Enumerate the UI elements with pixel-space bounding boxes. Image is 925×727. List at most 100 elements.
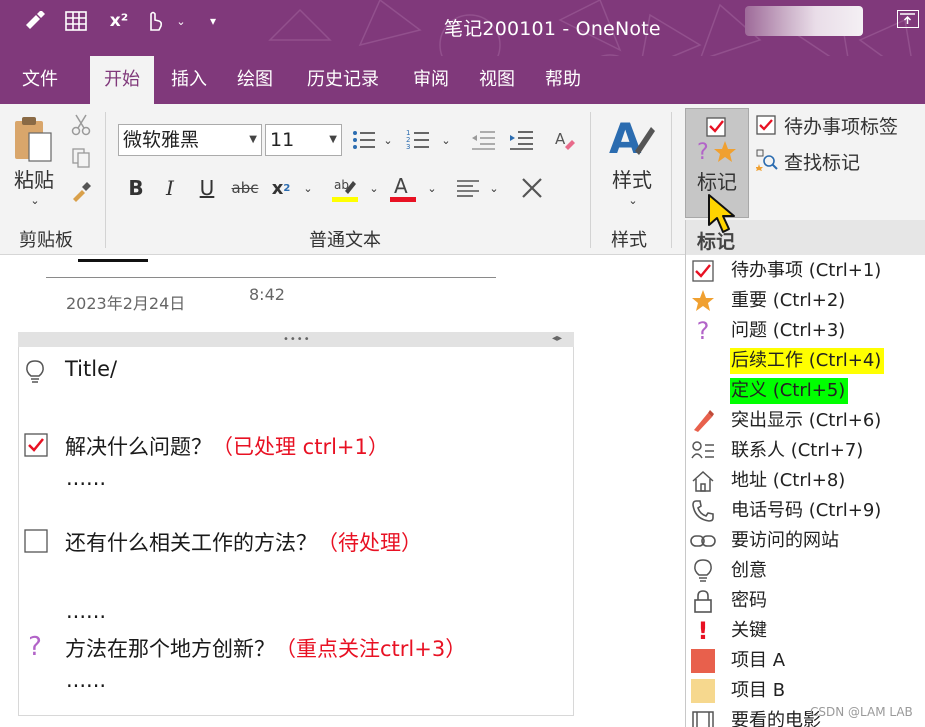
window-title: 笔记200101 - OneNote xyxy=(444,18,661,40)
font-name-combo[interactable]: 微软雅黑 ▼ xyxy=(118,124,262,156)
todo-checkbox-icon[interactable] xyxy=(755,114,777,136)
highlighter-icon xyxy=(690,409,716,433)
tab-view[interactable]: 视图 xyxy=(468,56,526,104)
increase-indent-icon[interactable] xyxy=(506,126,536,154)
tag-item-important[interactable]: 重要 (Ctrl+2) xyxy=(686,286,925,316)
tab-help[interactable]: 帮助 xyxy=(534,56,592,104)
clipboard-group-label: 剪贴板 xyxy=(19,230,73,251)
tag-item-label: 项目 A xyxy=(731,650,786,671)
bold-icon[interactable]: B xyxy=(124,174,148,202)
note-line[interactable]: ...... xyxy=(66,466,106,490)
bullets-dropdown-icon[interactable]: ⌄ xyxy=(380,132,396,148)
note-annotation: （待处理） xyxy=(317,531,422,555)
tag-item-follow-up[interactable]: 后续工作 (Ctrl+4) xyxy=(686,346,925,376)
tag-item-address[interactable]: 地址 (Ctrl+8) xyxy=(686,466,925,496)
format-painter-quick-icon[interactable] xyxy=(22,10,48,32)
note-line[interactable]: 解决什么问题？（已处理 ctrl+1） xyxy=(65,431,389,461)
paste-button[interactable]: 粘贴 xyxy=(8,164,60,192)
project-b-swatch-icon xyxy=(690,679,716,703)
bullets-icon[interactable] xyxy=(350,126,378,154)
table-quick-icon[interactable] xyxy=(63,10,89,32)
tab-draw[interactable]: 绘图 xyxy=(226,56,284,104)
format-painter-icon[interactable] xyxy=(68,180,94,204)
question-icon: ? xyxy=(696,317,710,345)
mouse-cursor-icon xyxy=(707,193,741,235)
tags-icon: ? xyxy=(694,114,740,164)
styles-button[interactable]: 样式 xyxy=(604,164,660,192)
font-size-dropdown-icon[interactable]: ▼ xyxy=(329,125,337,155)
find-tags-icon[interactable] xyxy=(755,148,779,172)
drag-handle-icon[interactable]: •••• xyxy=(283,334,311,345)
delete-icon[interactable] xyxy=(518,174,546,202)
ribbon-display-options-icon[interactable] xyxy=(897,10,919,28)
exclamation-icon: ! xyxy=(697,617,709,645)
highlight-color-icon[interactable]: ab xyxy=(330,172,360,204)
underline-icon[interactable]: U xyxy=(194,174,220,202)
note-line[interactable]: Title/ xyxy=(65,357,117,381)
cut-icon[interactable] xyxy=(68,113,94,137)
tag-item-definition[interactable]: 定义 (Ctrl+5) xyxy=(686,376,925,406)
tag-item-highlight[interactable]: 突出显示 (Ctrl+6) xyxy=(686,406,925,436)
note-line[interactable]: ...... xyxy=(66,668,106,692)
ribbon-separator xyxy=(671,112,672,248)
tag-item-phone[interactable]: 电话号码 (Ctrl+9) xyxy=(686,496,925,526)
paste-icon[interactable] xyxy=(8,114,58,166)
clear-formatting-icon[interactable]: A xyxy=(552,126,578,154)
numbering-icon[interactable]: 123 xyxy=(404,126,432,154)
paragraph-alignment-icon[interactable] xyxy=(454,176,482,202)
tab-file[interactable]: 文件 xyxy=(10,56,70,104)
film-icon xyxy=(690,709,716,727)
tag-item-critical[interactable]: ! 关键 xyxy=(686,616,925,646)
paste-dropdown-icon[interactable]: ⌄ xyxy=(26,192,44,208)
tag-item-todo[interactable]: 待办事项 (Ctrl+1) xyxy=(686,256,925,286)
tag-item-password[interactable]: 密码 xyxy=(686,586,925,616)
page-title-underline xyxy=(46,277,496,278)
page-title-fragment xyxy=(78,254,148,262)
font-name-dropdown-icon[interactable]: ▼ xyxy=(249,125,257,155)
tag-item-website[interactable]: 要访问的网站 xyxy=(686,526,925,556)
styles-dropdown-icon[interactable]: ⌄ xyxy=(624,192,642,208)
svg-text:A: A xyxy=(394,174,408,198)
tag-item-question[interactable]: ? 问题 (Ctrl+3) xyxy=(686,316,925,346)
basic-text-group-label: 普通文本 xyxy=(309,230,381,251)
tag-item-label: 联系人 (Ctrl+7) xyxy=(731,440,864,461)
todo-tag-button[interactable]: 待办事项标签 xyxy=(784,111,898,139)
customize-quick-access-icon[interactable]: ▾ xyxy=(204,10,222,32)
italic-icon[interactable]: I xyxy=(158,174,182,202)
todo-unchecked-icon[interactable] xyxy=(23,528,49,554)
resize-handle-icon[interactable]: ◂▸ xyxy=(552,333,562,344)
note-line[interactable]: ...... xyxy=(66,599,106,623)
find-tags-button[interactable]: 查找标记 xyxy=(784,147,860,175)
copy-icon[interactable] xyxy=(68,146,94,170)
tag-item-project-a[interactable]: 项目 A xyxy=(686,646,925,676)
styles-icon[interactable]: A xyxy=(606,112,658,162)
decrease-indent-icon[interactable] xyxy=(468,126,498,154)
font-color-dropdown-icon[interactable]: ⌄ xyxy=(424,180,440,196)
tag-item-project-b[interactable]: 项目 B xyxy=(686,676,925,706)
tag-item-idea[interactable]: 创意 xyxy=(686,556,925,586)
user-account-avatar[interactable] xyxy=(745,6,863,36)
touch-mode-icon[interactable] xyxy=(141,10,167,32)
subscript-icon[interactable]: x2 xyxy=(268,174,294,202)
font-color-icon[interactable]: A xyxy=(388,172,418,204)
touch-mode-dropdown-icon[interactable]: ⌄ xyxy=(172,10,190,32)
tab-insert[interactable]: 插入 xyxy=(160,56,218,104)
todo-checked-icon[interactable] xyxy=(23,432,49,458)
font-size-combo[interactable]: 11 ▼ xyxy=(265,124,342,156)
strikethrough-icon[interactable]: abc xyxy=(229,174,261,202)
lock-icon xyxy=(690,589,716,613)
highlight-dropdown-icon[interactable]: ⌄ xyxy=(366,180,382,196)
note-container-handle[interactable]: •••• ◂▸ xyxy=(18,332,574,347)
tag-item-contact[interactable]: 联系人 (Ctrl+7) xyxy=(686,436,925,466)
tab-review[interactable]: 审阅 xyxy=(402,56,460,104)
note-line[interactable]: 还有什么相关工作的方法？（待处理） xyxy=(65,527,422,557)
alignment-dropdown-icon[interactable]: ⌄ xyxy=(486,180,502,196)
superscript-quick-button[interactable]: x² xyxy=(104,10,134,32)
question-tag-icon[interactable]: ? xyxy=(22,632,48,662)
tab-history[interactable]: 历史记录 xyxy=(294,56,392,104)
tab-home[interactable]: 开始 xyxy=(90,56,154,104)
subscript-dropdown-icon[interactable]: ⌄ xyxy=(300,180,316,196)
idea-tag-icon[interactable] xyxy=(22,358,48,386)
note-line[interactable]: 方法在那个地方创新？（重点关注ctrl+3） xyxy=(65,633,466,663)
numbering-dropdown-icon[interactable]: ⌄ xyxy=(438,132,454,148)
